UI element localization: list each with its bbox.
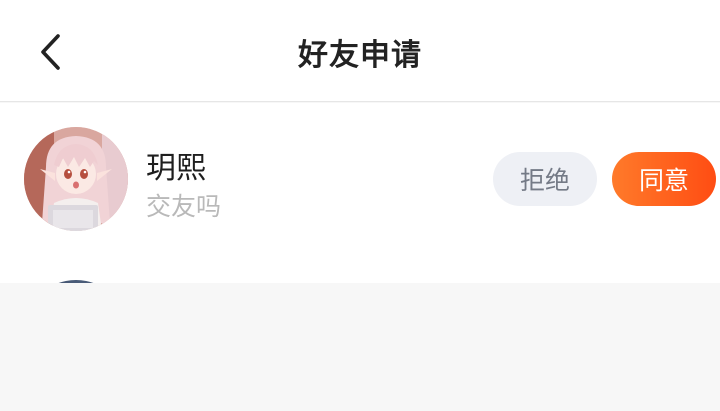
page-title: 好友申请: [298, 38, 422, 73]
avatar[interactable]: [24, 127, 128, 231]
request-message: 交友吗: [146, 192, 222, 221]
avatar-anime-girl-icon: [24, 127, 128, 231]
avatar[interactable]: [24, 280, 128, 283]
accept-button[interactable]: 同意: [612, 152, 716, 206]
request-list: 玥熙 交友吗 拒绝 同意: [0, 103, 720, 283]
list-item: [0, 256, 720, 283]
nav-header: 好友申请: [0, 0, 720, 102]
friend-requests-screen: 好友申请 玥熙 交友吗 拒绝 同意: [0, 0, 720, 411]
reject-button[interactable]: 拒绝: [493, 152, 597, 206]
list-item: 玥熙 交友吗 拒绝 同意: [0, 103, 720, 256]
requester-name: 玥熙: [146, 151, 206, 186]
